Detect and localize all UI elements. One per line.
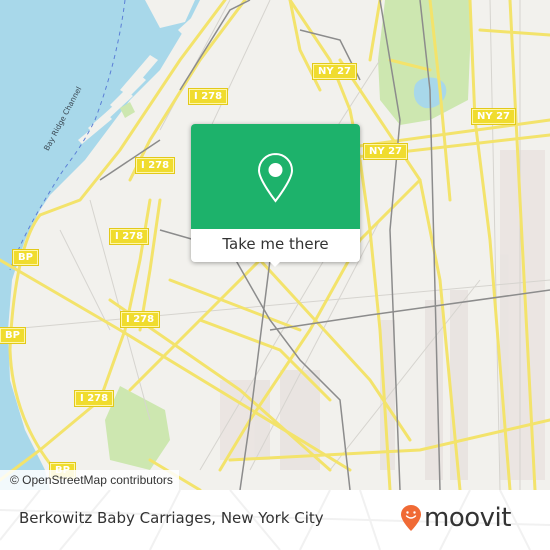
moovit-logo[interactable]: moovit: [400, 504, 511, 532]
road-shield-bp: BP: [13, 250, 38, 265]
map-view[interactable]: Bay Ridge Channel I 278 I 278 I 278 I 27…: [0, 0, 550, 490]
location-pin-icon: [257, 152, 294, 203]
road-shield-ny27: NY 27: [472, 109, 516, 124]
popup-header: [191, 124, 360, 229]
take-me-there-button[interactable]: Take me there: [191, 229, 360, 262]
road-shield-i278: I 278: [121, 312, 160, 327]
moovit-pin-icon: [401, 505, 421, 531]
road-shield-ny27: NY 27: [364, 144, 408, 159]
place-name: Berkowitz Baby Carriages, New York City: [19, 509, 324, 527]
road-shield-i278: I 278: [189, 89, 228, 104]
footer-bar: Berkowitz Baby Carriages, New York City …: [0, 490, 550, 550]
road-shield-i278: I 278: [75, 391, 114, 406]
road-shield-i278: I 278: [136, 158, 175, 173]
road-shield-i278: I 278: [110, 229, 149, 244]
popup-pointer: [268, 260, 282, 267]
road-shield-bp: BP: [0, 328, 25, 343]
moovit-wordmark: moovit: [424, 503, 511, 533]
park-sunset: [105, 386, 170, 470]
map-attribution[interactable]: © OpenStreetMap contributors: [0, 470, 179, 490]
road-shield-ny27: NY 27: [313, 64, 357, 79]
location-popup: Take me there: [191, 124, 360, 267]
